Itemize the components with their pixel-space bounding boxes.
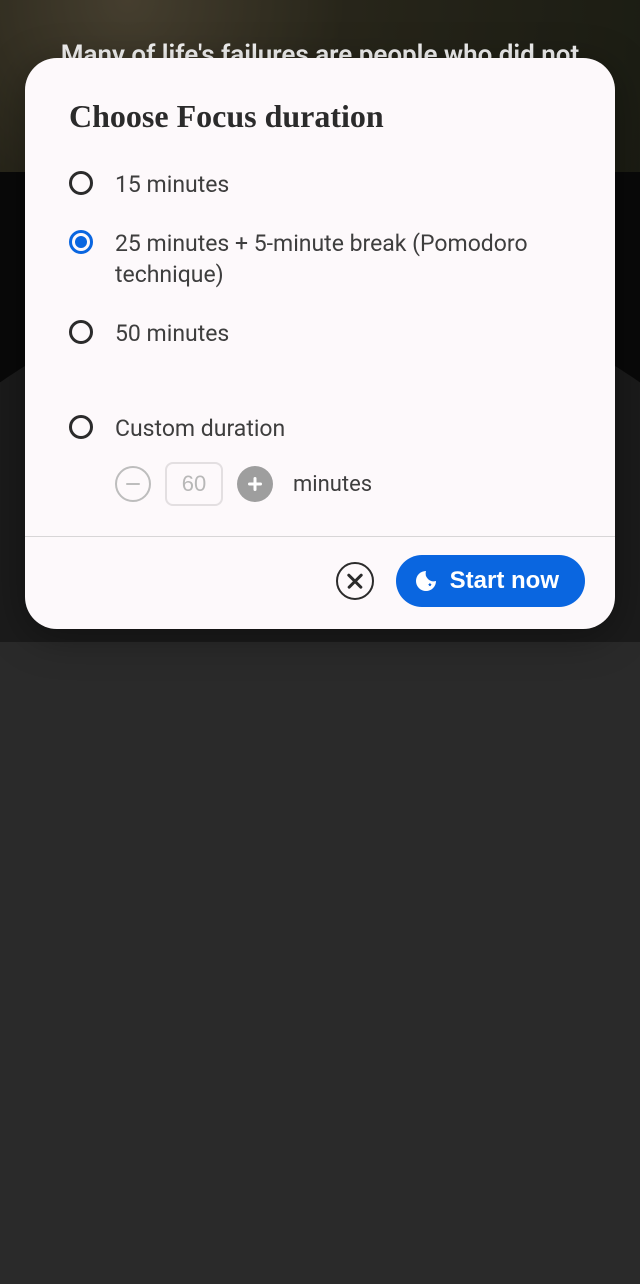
option-label: Custom duration [115, 413, 285, 444]
option-label: 25 minutes + 5-minute break (Pomodoro te… [115, 228, 571, 290]
duration-options: 15 minutes 25 minutes + 5-minute break (… [69, 169, 571, 506]
radio-icon[interactable] [69, 415, 93, 439]
start-now-button[interactable]: Start now [396, 555, 585, 607]
start-now-label: Start now [450, 567, 559, 595]
option-pomodoro[interactable]: 25 minutes + 5-minute break (Pomodoro te… [69, 228, 571, 290]
increment-button[interactable] [237, 466, 273, 502]
modal-title: Choose Focus duration [69, 98, 571, 135]
radio-icon[interactable] [69, 171, 93, 195]
radio-icon[interactable] [69, 230, 93, 254]
custom-duration-controls: minutes [115, 462, 571, 506]
decrement-button[interactable] [115, 466, 151, 502]
option-label: 50 minutes [115, 318, 229, 349]
unit-label: minutes [293, 472, 372, 497]
focus-moon-icon [414, 569, 438, 593]
modal-body: Choose Focus duration 15 minutes 25 minu… [25, 58, 615, 536]
minus-icon [126, 483, 140, 486]
custom-duration-input[interactable] [165, 462, 223, 506]
modal-footer: Start now [25, 537, 615, 629]
radio-icon[interactable] [69, 320, 93, 344]
option-label: 15 minutes [115, 169, 229, 200]
option-15-minutes[interactable]: 15 minutes [69, 169, 571, 200]
focus-duration-modal: Choose Focus duration 15 minutes 25 minu… [25, 58, 615, 629]
option-custom[interactable]: Custom duration [69, 413, 571, 444]
option-custom-group: Custom duration minutes [69, 413, 571, 506]
option-50-minutes[interactable]: 50 minutes [69, 318, 571, 349]
close-button[interactable] [336, 562, 374, 600]
close-icon [347, 573, 363, 589]
plus-icon [248, 477, 262, 491]
